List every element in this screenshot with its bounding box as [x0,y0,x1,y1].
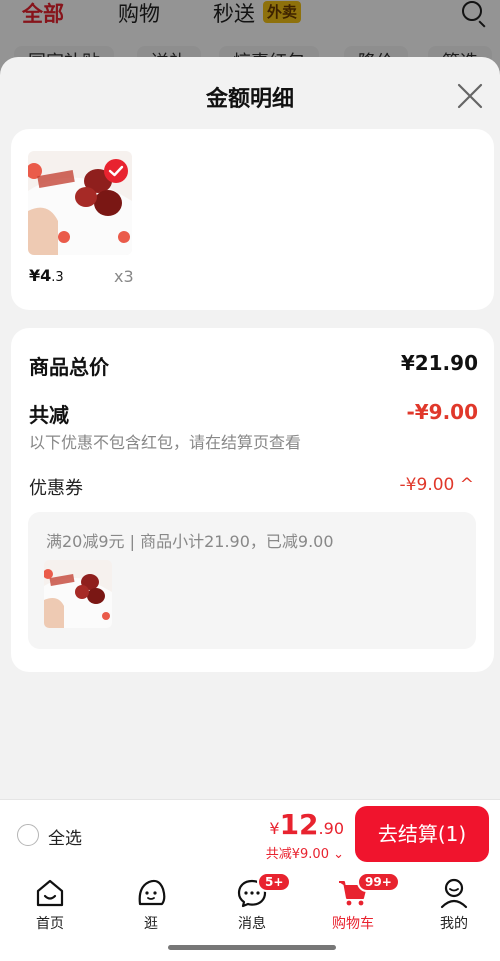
total-discount-value: -¥9.00 [406,400,478,424]
profile-icon [440,878,468,909]
tab-home[interactable]: 首页 [10,877,90,933]
product-quantity: x3 [114,267,134,286]
sheet-title: 金额明细 [205,87,294,112]
tab-browse[interactable]: 逛 [111,877,191,933]
coupon-detail-box: 满20减9元 | 商品小计21.90，已减9.00 [28,512,476,649]
tab-profile[interactable]: 我的 [414,877,494,933]
cart-badge: 99+ [357,872,400,892]
coupon-description: 满20减9元 | 商品小计21.90，已减9.00 [46,532,334,551]
price-summary-card: 商品总价 ¥21.90 共减 -¥9.00 以下优惠不包含红包，请在结算页查看 … [11,328,494,672]
discount-note: 以下优惠不包含红包，请在结算页查看 [29,433,302,452]
select-all-checkbox[interactable] [17,824,39,846]
total-discount-label: 共减 [29,403,69,427]
messages-badge: 5+ [257,872,292,892]
checkout-button[interactable]: 去结算(1) [355,806,489,862]
tab-cart[interactable]: 购物车 99+ [313,872,400,933]
total-price: ¥12.90 [269,808,344,841]
close-icon[interactable] [456,82,484,110]
select-all-label[interactable]: 全选 [48,824,82,849]
product-image[interactable] [28,151,132,255]
browse-icon [138,879,166,906]
home-icon [36,879,64,907]
product-card: ¥4.3 x3 [11,129,494,310]
product-price: ¥4.3 [29,266,64,285]
coupon-product-thumbnail [44,560,112,628]
total-price-value: ¥21.90 [400,351,478,375]
check-icon[interactable] [104,159,128,183]
total-price-label: 商品总价 [29,355,109,379]
discount-detail-toggle[interactable]: 共减¥9.00 ⌄ [266,843,344,862]
tab-messages[interactable]: 消息 5+ [212,872,292,933]
home-indicator [168,945,336,950]
coupon-value-toggle[interactable]: -¥9.00 ^ [400,475,474,495]
checkout-bar: 全选 ¥12.90 共减¥9.00 ⌄ 去结算(1) [0,799,500,869]
coupon-label[interactable]: 优惠券 [29,474,83,500]
